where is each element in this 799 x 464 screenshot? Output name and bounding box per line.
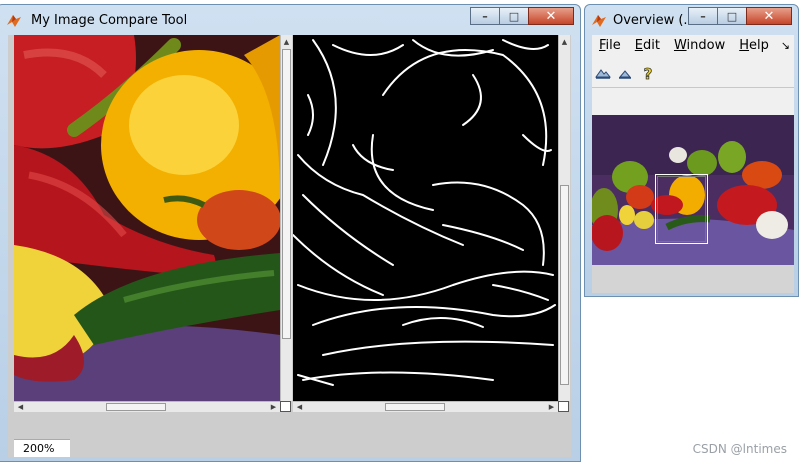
overview-close-button[interactable]: ✕	[746, 7, 792, 25]
minimize-button[interactable]: –	[470, 7, 500, 25]
overview-menubar: File Edit Window Help ↘	[592, 35, 794, 57]
right-vertical-scrollbar[interactable]: ▲	[558, 35, 570, 401]
scroll-up-arrow-icon[interactable]: ▲	[560, 37, 569, 46]
close-icon: ✕	[763, 8, 775, 24]
scroll-up-arrow-icon[interactable]: ▲	[282, 37, 291, 46]
menu-file[interactable]: File	[592, 35, 628, 57]
main-window-title: My Image Compare Tool	[31, 13, 188, 28]
overview-window: Overview (... – □ ✕ File Edit Window Hel…	[584, 4, 799, 297]
close-icon: ✕	[545, 8, 557, 24]
scroll-right-arrow-icon[interactable]: ▶	[547, 402, 556, 411]
right-horizontal-scroll-thumb[interactable]	[385, 403, 445, 411]
zoom-out-tool-icon[interactable]	[617, 65, 633, 81]
left-vertical-scrollbar[interactable]: ▲	[280, 35, 292, 401]
original-image	[14, 35, 280, 401]
left-horizontal-scroll-thumb[interactable]	[106, 403, 166, 411]
left-scroll-corner	[280, 401, 291, 412]
svg-text:?: ?	[644, 65, 653, 81]
left-vertical-scroll-thumb[interactable]	[282, 49, 291, 339]
overview-minimize-button[interactable]: –	[688, 7, 718, 25]
right-horizontal-scrollbar[interactable]: ◀ ▶	[293, 401, 558, 412]
overview-titlebar[interactable]: Overview (... – □ ✕	[585, 5, 798, 35]
right-vertical-scroll-thumb[interactable]	[560, 185, 569, 385]
zoom-level-display: 200%	[14, 439, 70, 457]
close-button[interactable]: ✕	[528, 7, 574, 25]
maximize-icon: □	[508, 9, 520, 23]
overview-maximize-button[interactable]: □	[717, 7, 747, 25]
original-image-pane[interactable]	[14, 35, 280, 401]
scroll-left-arrow-icon[interactable]: ◀	[16, 402, 25, 411]
right-scroll-corner	[558, 401, 569, 412]
minimize-icon: –	[700, 9, 706, 23]
status-bar: 200%	[8, 413, 571, 457]
overview-toolbar: ?	[592, 57, 794, 88]
left-horizontal-scrollbar[interactable]: ◀ ▶	[14, 401, 280, 412]
minimize-icon: –	[482, 9, 488, 23]
watermark-text: CSDN @lntimes	[692, 442, 787, 456]
menu-window[interactable]: Window	[667, 35, 732, 57]
main-client-area: ▲ ◀ ▶ ▲ ◀ ▶ 200%	[8, 35, 571, 457]
overview-image[interactable]	[592, 115, 794, 265]
scroll-right-arrow-icon[interactable]: ▶	[269, 402, 278, 411]
scroll-left-arrow-icon[interactable]: ◀	[295, 402, 304, 411]
menu-help[interactable]: Help	[732, 35, 776, 57]
overview-viewport-rectangle[interactable]	[655, 174, 708, 244]
zoom-in-tool-icon[interactable]	[595, 65, 611, 81]
maximize-button[interactable]: □	[499, 7, 529, 25]
edge-image	[293, 35, 558, 401]
menu-overflow-icon[interactable]: ↘	[777, 35, 794, 57]
main-titlebar[interactable]: My Image Compare Tool – □ ✕	[0, 5, 580, 35]
menu-edit[interactable]: Edit	[628, 35, 667, 57]
help-tool-icon[interactable]: ?	[640, 65, 656, 81]
overview-window-title: Overview (...	[613, 13, 696, 28]
matlab-icon	[592, 15, 606, 27]
image-compare-window: My Image Compare Tool – □ ✕ ▲ ◀ ▶ ▲ ◀ ▶ …	[0, 4, 581, 462]
edge-image-pane[interactable]	[293, 35, 558, 401]
matlab-icon	[7, 15, 21, 27]
overview-bottom-panel	[592, 265, 794, 293]
overview-client-area: File Edit Window Help ↘ ?	[592, 35, 794, 293]
maximize-icon: □	[726, 9, 738, 23]
